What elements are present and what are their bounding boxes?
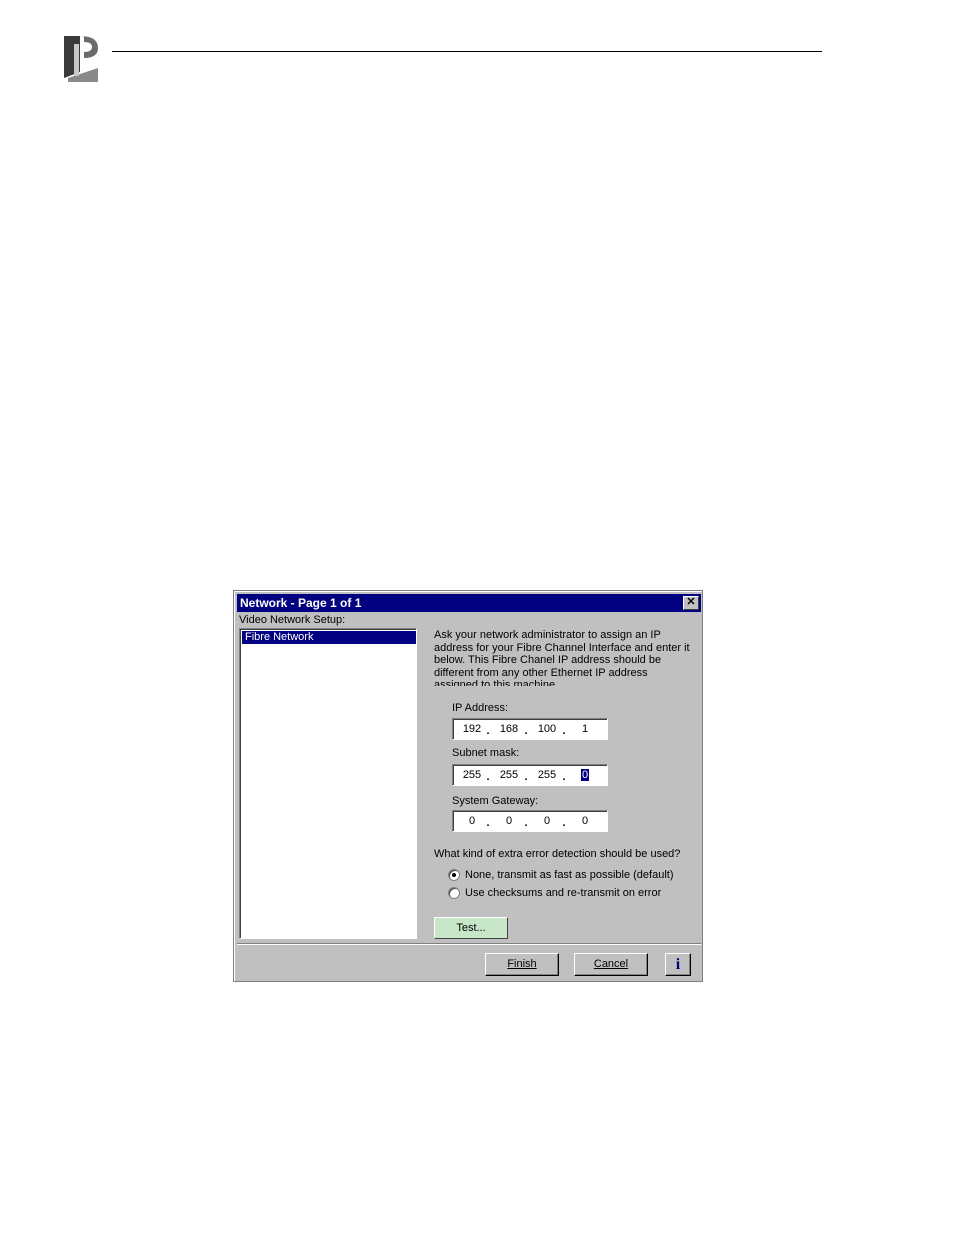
subnet-octet-3[interactable]: 255	[532, 768, 562, 782]
octet-separator: .	[562, 725, 566, 737]
ip-octet-1[interactable]: 192	[457, 722, 487, 736]
info-icon[interactable]: i	[665, 953, 691, 976]
radio-label: Use checksums and re-transmit on error	[465, 887, 662, 899]
radio-label: None, transmit as fast as possible (defa…	[465, 869, 674, 881]
radio-button-selected[interactable]	[448, 869, 460, 881]
octet-separator: .	[486, 771, 490, 783]
octet-separator: .	[524, 725, 528, 737]
octet-separator: .	[486, 817, 490, 829]
ip-octet-2[interactable]: 168	[494, 722, 524, 736]
test-button[interactable]: Test...	[434, 917, 508, 939]
octet-separator: .	[486, 725, 490, 737]
ip-address-field[interactable]: 192 . 168 . 100 . 1	[452, 718, 608, 740]
gateway-octet-1[interactable]: 0	[457, 814, 487, 828]
cancel-label: Cancel	[593, 958, 629, 970]
selected-octet-text: 0	[580, 769, 590, 781]
company-logo-icon	[58, 32, 102, 86]
error-detection-question: What kind of extra error detection shoul…	[434, 848, 681, 860]
finish-label: Finish	[507, 958, 537, 970]
gateway-octet-3[interactable]: 0	[532, 814, 562, 828]
octet-separator: .	[562, 817, 566, 829]
network-listbox[interactable]: Fibre Network	[239, 628, 417, 939]
cancel-button[interactable]: Cancel	[574, 953, 648, 976]
gateway-octet-4[interactable]: 0	[570, 814, 600, 828]
ip-address-label: IP Address:	[452, 702, 509, 714]
document-page: Network - Page 1 of 1 ✕ Video Network Se…	[0, 0, 954, 1235]
intro-text: Ask your network administrator to assign…	[434, 629, 690, 686]
subnet-mask-field[interactable]: 255 . 255 . 255 . 0	[452, 764, 608, 786]
ip-octet-3[interactable]: 100	[532, 722, 562, 736]
header-rule	[112, 51, 822, 52]
dialog-title-bar[interactable]: Network - Page 1 of 1 ✕	[237, 594, 701, 612]
finish-button[interactable]: Finish	[485, 953, 559, 976]
subnet-octet-4[interactable]: 0	[570, 768, 600, 782]
gateway-octet-2[interactable]: 0	[494, 814, 524, 828]
video-network-setup-label: Video Network Setup:	[239, 614, 346, 626]
network-dialog: Network - Page 1 of 1 ✕ Video Network Se…	[233, 590, 703, 982]
close-icon[interactable]: ✕	[683, 596, 699, 610]
button-separator	[237, 943, 701, 945]
system-gateway-field[interactable]: 0 . 0 . 0 . 0	[452, 810, 608, 832]
dialog-title: Network - Page 1 of 1	[240, 596, 362, 610]
subnet-mask-label: Subnet mask:	[452, 747, 520, 759]
system-gateway-label: System Gateway:	[452, 795, 539, 807]
subnet-octet-1[interactable]: 255	[457, 768, 487, 782]
ip-octet-4[interactable]: 1	[570, 722, 600, 736]
octet-separator: .	[524, 771, 528, 783]
subnet-octet-2[interactable]: 255	[494, 768, 524, 782]
list-item[interactable]: Fibre Network	[242, 631, 416, 644]
octet-separator: .	[562, 771, 566, 783]
octet-separator: .	[524, 817, 528, 829]
radio-button[interactable]	[448, 887, 460, 899]
